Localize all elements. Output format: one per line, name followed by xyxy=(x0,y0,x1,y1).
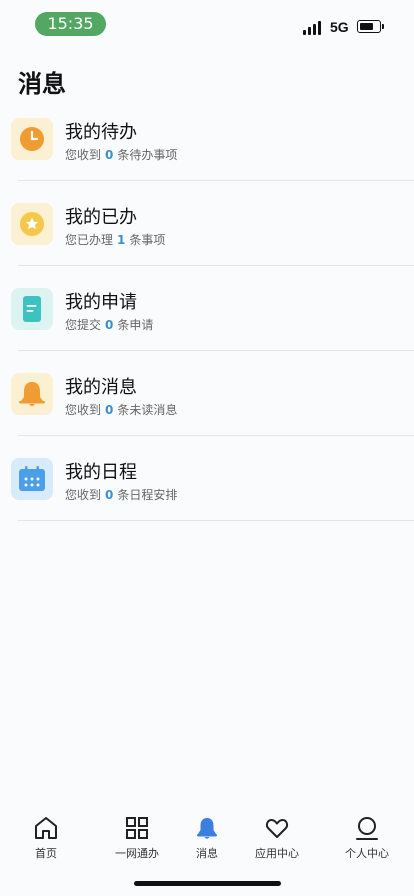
list-item-todo[interactable]: 我的待办 您收到 0 条待办事项 xyxy=(0,96,414,181)
list-item-schedule[interactable]: 我的日程 您收到 0 条日程安排 xyxy=(0,436,414,521)
bell-icon xyxy=(197,818,217,839)
tile-done xyxy=(11,203,53,245)
heart-icon xyxy=(265,819,289,838)
tab-label: 个人中心 xyxy=(345,847,389,860)
item-subtitle: 您提交 0 条申请 xyxy=(65,318,154,332)
divider xyxy=(18,520,414,521)
document-icon xyxy=(11,288,53,330)
list-item-messages[interactable]: 我的消息 您收到 0 条未读消息 xyxy=(0,351,414,436)
tab-profile[interactable]: 个人中心 xyxy=(322,806,412,862)
tile-application xyxy=(11,288,53,330)
list-item-done[interactable]: 我的已办 您已办理 1 条事项 xyxy=(0,181,414,266)
item-subtitle: 您收到 0 条待办事项 xyxy=(65,148,178,162)
battery-icon xyxy=(357,20,384,33)
item-subtitle: 您已办理 1 条事项 xyxy=(65,233,166,247)
tile-todo xyxy=(11,118,53,160)
tile-schedule xyxy=(11,458,53,500)
item-count: 0 xyxy=(105,403,114,417)
tab-home[interactable]: 首页 xyxy=(1,806,91,862)
grid-icon xyxy=(126,817,148,839)
item-count: 0 xyxy=(105,318,114,332)
item-count: 0 xyxy=(105,488,114,502)
page-title: 消息 xyxy=(18,70,66,98)
list-item-application[interactable]: 我的申请 您提交 0 条申请 xyxy=(0,266,414,351)
status-time: 15:35 xyxy=(35,12,106,36)
star-icon xyxy=(11,203,53,245)
tab-label: 首页 xyxy=(35,847,57,860)
bell-icon xyxy=(11,373,53,415)
message-list: 我的待办 您收到 0 条待办事项 我的已办 您已办理 1 条事项 我的申请 您提… xyxy=(0,96,414,521)
clock-icon xyxy=(11,118,53,160)
item-count: 0 xyxy=(105,148,114,162)
network-type: 5G xyxy=(330,19,349,35)
status-bar: 15:35 5G xyxy=(0,0,414,50)
item-title: 我的消息 xyxy=(65,377,137,398)
item-subtitle: 您收到 0 条未读消息 xyxy=(65,403,178,417)
person-icon xyxy=(356,817,378,840)
calendar-icon xyxy=(11,458,53,500)
item-title: 我的已办 xyxy=(65,207,137,228)
messages-screen: 15:35 5G 消息 我的待办 您收到 0 条待办事项 我的已办 您已办理 1… xyxy=(0,0,414,896)
home-indicator xyxy=(134,881,281,886)
tile-messages xyxy=(11,373,53,415)
item-subtitle: 您收到 0 条日程安排 xyxy=(65,488,178,502)
item-title: 我的待办 xyxy=(65,122,137,143)
tab-label: 应用中心 xyxy=(255,847,299,860)
item-title: 我的日程 xyxy=(65,462,137,483)
home-icon xyxy=(35,817,57,839)
signal-icon xyxy=(303,21,325,35)
tab-app-center[interactable]: 应用中心 xyxy=(232,806,322,862)
item-count: 1 xyxy=(117,233,126,247)
item-title: 我的申请 xyxy=(65,292,137,313)
